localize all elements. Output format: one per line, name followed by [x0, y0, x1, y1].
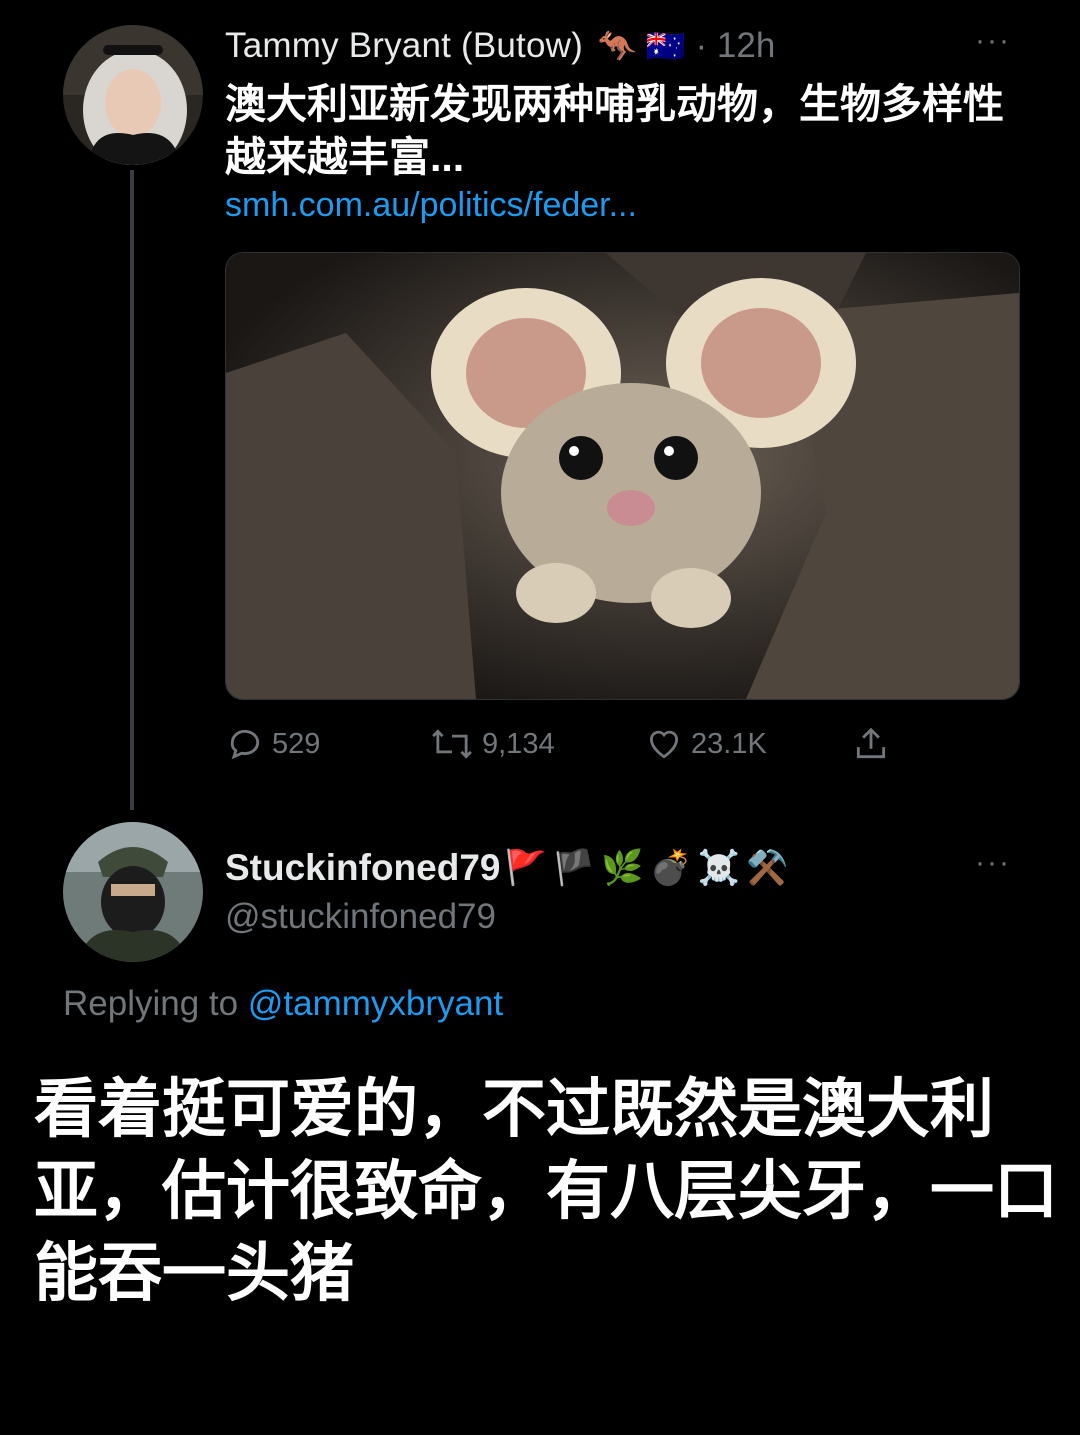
reply-count: 529: [272, 727, 321, 760]
reply-text: 看着挺可爱的，不过既然是澳大利亚，估计很致命，有八层尖牙，一口能吞一头猪: [34, 1073, 1058, 1309]
retweet-action[interactable]: 9,134: [430, 722, 555, 766]
author-avatar[interactable]: [63, 25, 203, 165]
like-count: 23.1K: [691, 727, 767, 760]
reply-author-name[interactable]: Stuckinfoned79: [225, 847, 501, 889]
tweet-header: Tammy Bryant (Butow) 🦘 🇦🇺 · 12h: [225, 22, 775, 70]
more-icon[interactable]: ···: [975, 846, 1011, 880]
reply-action[interactable]: 529: [226, 722, 320, 766]
tweet-timestamp[interactable]: · 12h: [696, 26, 776, 66]
reply-author-emojis: 🚩🏴🌿💣☠️⚒️: [504, 849, 795, 887]
reply-header: Stuckinfoned79 🚩🏴🌿💣☠️⚒️: [225, 842, 795, 894]
share-icon: [856, 727, 886, 759]
share-action[interactable]: [852, 722, 898, 766]
author-emojis: 🦘 🇦🇺: [596, 28, 686, 64]
reply-author-handle[interactable]: @stuckinfoned79: [225, 897, 496, 937]
retweet-count: 9,134: [482, 727, 555, 760]
replying-to-line: Replying to @tammyxbryant: [63, 984, 503, 1024]
like-icon: [649, 730, 679, 759]
retweet-icon: [432, 729, 472, 759]
thread-connector-line: [130, 170, 134, 810]
replying-to-user-link[interactable]: @tammyxbryant: [248, 984, 503, 1023]
avatar-image: [63, 25, 203, 165]
like-action[interactable]: 23.1K: [645, 722, 767, 766]
author-name[interactable]: Tammy Bryant (Butow): [225, 26, 583, 66]
avatar-image: [63, 822, 203, 962]
tweet-link[interactable]: smh.com.au/politics/feder...: [225, 186, 637, 225]
replying-to-label: Replying to: [63, 984, 239, 1023]
tweet-text: 澳大利亚新发现两种哺乳动物，生物多样性越来越丰富...: [225, 81, 1004, 180]
reply-icon: [230, 729, 260, 760]
glider-photo: [226, 253, 1019, 699]
reply-author-avatar[interactable]: [63, 822, 203, 962]
more-icon[interactable]: ···: [975, 24, 1011, 58]
tweet-media-image[interactable]: [225, 252, 1020, 700]
